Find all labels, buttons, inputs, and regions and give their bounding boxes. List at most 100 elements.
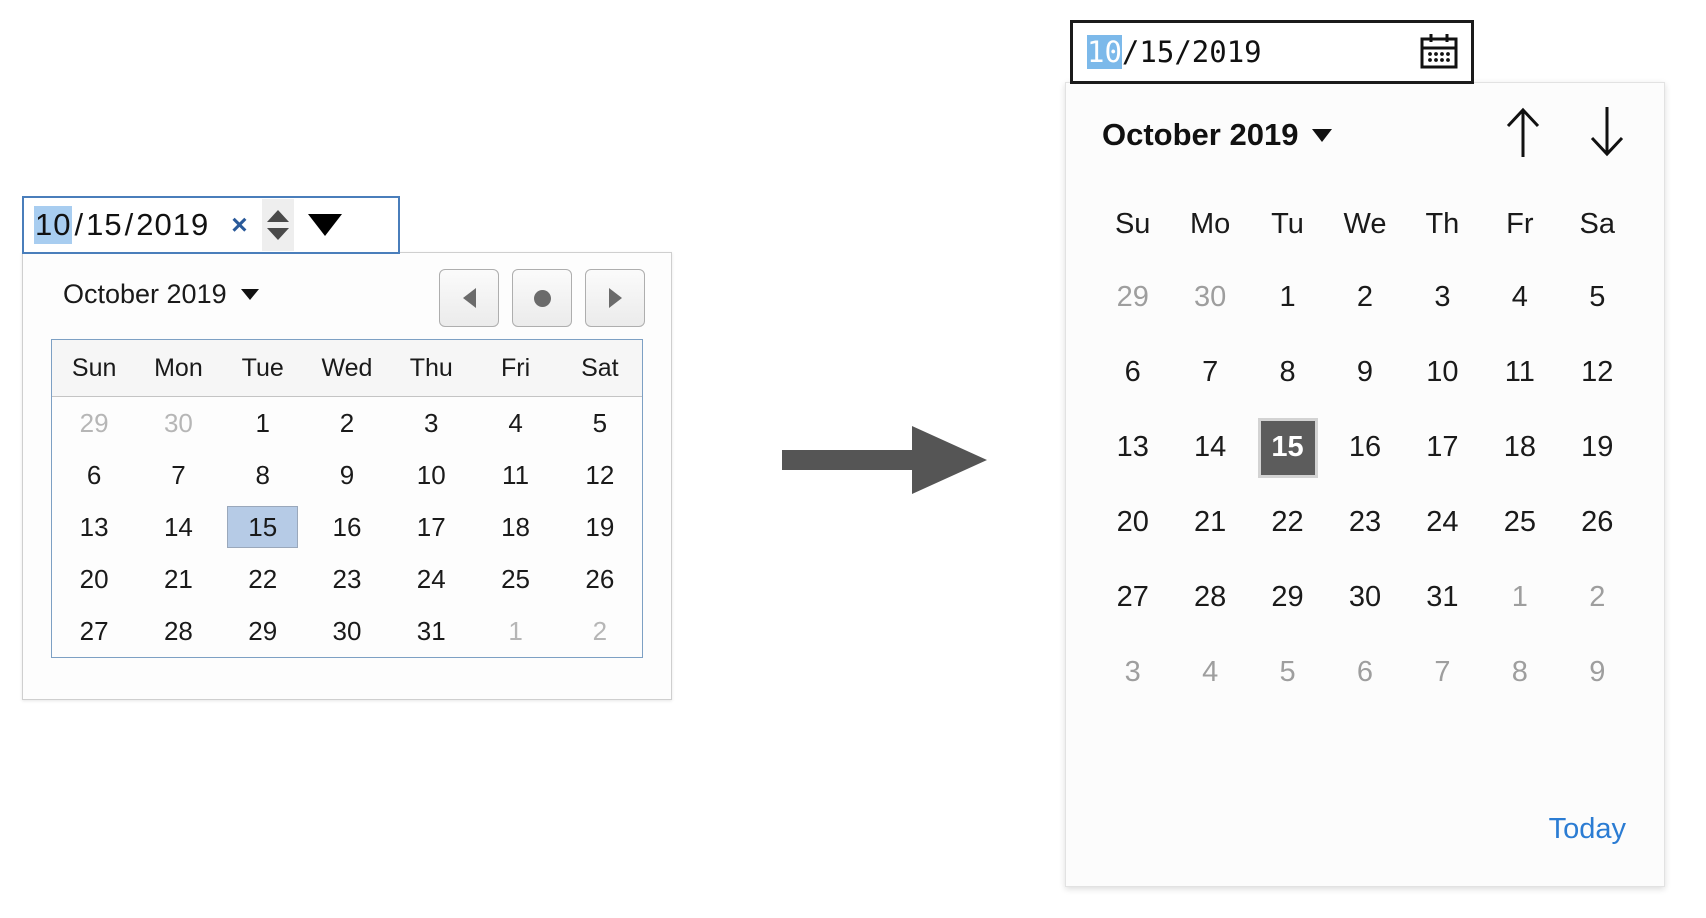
calendar-day[interactable]: 19 xyxy=(1559,410,1636,485)
date-segment-day[interactable]: 15 xyxy=(1139,35,1174,69)
calendar-day[interactable]: 31 xyxy=(389,605,473,657)
calendar-day[interactable]: 29 xyxy=(221,605,305,657)
calendar-day-adjacent-month[interactable]: 2 xyxy=(558,605,642,657)
calendar-day[interactable]: 30 xyxy=(305,605,389,657)
calendar-day[interactable]: 23 xyxy=(305,553,389,605)
today-button[interactable] xyxy=(512,269,572,327)
previous-month-button[interactable] xyxy=(439,269,499,327)
calendar-day[interactable]: 18 xyxy=(473,501,557,553)
calendar-day[interactable]: 29 xyxy=(1249,560,1326,635)
date-input[interactable]: 10/15/2019 xyxy=(1070,20,1474,84)
calendar-day[interactable]: 13 xyxy=(52,501,136,553)
calendar-day[interactable]: 18 xyxy=(1481,410,1558,485)
date-segment-year[interactable]: 2019 xyxy=(136,207,209,242)
calendar-day[interactable]: 12 xyxy=(558,449,642,501)
calendar-day[interactable]: 20 xyxy=(52,553,136,605)
calendar-day[interactable]: 20 xyxy=(1094,485,1171,560)
calendar-day-adjacent-month[interactable]: 4 xyxy=(1171,635,1248,710)
calendar-day[interactable]: 11 xyxy=(1481,335,1558,410)
calendar-day[interactable]: 10 xyxy=(389,449,473,501)
calendar-day[interactable]: 8 xyxy=(1249,335,1326,410)
calendar-day[interactable]: 26 xyxy=(1559,485,1636,560)
calendar-day[interactable]: 1 xyxy=(1249,260,1326,335)
date-input-value[interactable]: 10/15/2019 xyxy=(1087,35,1262,69)
calendar-day-adjacent-month[interactable]: 5 xyxy=(1249,635,1326,710)
calendar-day[interactable]: 22 xyxy=(1249,485,1326,560)
calendar-day-adjacent-month[interactable]: 1 xyxy=(1481,560,1558,635)
next-month-button[interactable] xyxy=(585,269,645,327)
calendar-day-adjacent-month[interactable]: 1 xyxy=(473,605,557,657)
calendar-day[interactable]: 21 xyxy=(136,553,220,605)
calendar-day[interactable]: 16 xyxy=(1326,410,1403,485)
calendar-day[interactable]: 24 xyxy=(389,553,473,605)
date-segment-month[interactable]: 10 xyxy=(1087,35,1122,69)
calendar-day-adjacent-month[interactable]: 3 xyxy=(1094,635,1171,710)
previous-month-button[interactable] xyxy=(1500,103,1546,166)
calendar-day-selected[interactable]: 15 xyxy=(221,501,305,553)
calendar-day[interactable]: 27 xyxy=(52,605,136,657)
calendar-day[interactable]: 2 xyxy=(1326,260,1403,335)
spinner-buttons[interactable] xyxy=(261,199,294,251)
calendar-day[interactable]: 16 xyxy=(305,501,389,553)
date-segment-year[interactable]: 2019 xyxy=(1192,35,1262,69)
calendar-day[interactable]: 1 xyxy=(221,397,305,450)
calendar-day[interactable]: 17 xyxy=(389,501,473,553)
calendar-day-adjacent-month[interactable]: 29 xyxy=(1094,260,1171,335)
today-link[interactable]: Today xyxy=(1549,813,1626,846)
calendar-day[interactable]: 5 xyxy=(558,397,642,450)
calendar-icon[interactable] xyxy=(1419,33,1459,71)
calendar-day[interactable]: 8 xyxy=(221,449,305,501)
calendar-day[interactable]: 17 xyxy=(1404,410,1481,485)
calendar-day[interactable]: 25 xyxy=(473,553,557,605)
calendar-day[interactable]: 24 xyxy=(1404,485,1481,560)
date-input[interactable]: 10/15/2019 × xyxy=(22,196,400,254)
calendar-day-adjacent-month[interactable]: 8 xyxy=(1481,635,1558,710)
month-year-selector[interactable]: October 2019 xyxy=(1102,117,1333,153)
date-input-value[interactable]: 10/15/2019 xyxy=(34,206,209,244)
calendar-day[interactable]: 7 xyxy=(1171,335,1248,410)
next-month-button[interactable] xyxy=(1584,103,1630,166)
calendar-day[interactable]: 25 xyxy=(1481,485,1558,560)
spinner-up-icon[interactable] xyxy=(266,210,289,222)
calendar-day[interactable]: 10 xyxy=(1404,335,1481,410)
calendar-day[interactable]: 9 xyxy=(1326,335,1403,410)
calendar-day[interactable]: 22 xyxy=(221,553,305,605)
calendar-day[interactable]: 26 xyxy=(558,553,642,605)
calendar-day[interactable]: 31 xyxy=(1404,560,1481,635)
calendar-day[interactable]: 5 xyxy=(1559,260,1636,335)
date-segment-month[interactable]: 10 xyxy=(34,206,73,244)
calendar-day[interactable]: 14 xyxy=(1171,410,1248,485)
calendar-day-adjacent-month[interactable]: 7 xyxy=(1404,635,1481,710)
calendar-day[interactable]: 3 xyxy=(1404,260,1481,335)
calendar-day[interactable]: 6 xyxy=(52,449,136,501)
month-year-selector[interactable]: October 2019 xyxy=(63,279,259,310)
calendar-day[interactable]: 4 xyxy=(473,397,557,450)
calendar-day[interactable]: 4 xyxy=(1481,260,1558,335)
calendar-day[interactable]: 19 xyxy=(558,501,642,553)
clear-icon[interactable]: × xyxy=(231,211,247,239)
calendar-day-selected[interactable]: 15 xyxy=(1249,410,1326,485)
calendar-day-adjacent-month[interactable]: 6 xyxy=(1326,635,1403,710)
calendar-day[interactable]: 9 xyxy=(305,449,389,501)
calendar-day[interactable]: 11 xyxy=(473,449,557,501)
calendar-day[interactable]: 21 xyxy=(1171,485,1248,560)
date-segment-day[interactable]: 15 xyxy=(86,207,122,242)
calendar-day-adjacent-month[interactable]: 30 xyxy=(1171,260,1248,335)
calendar-day-adjacent-month[interactable]: 30 xyxy=(136,397,220,450)
calendar-day[interactable]: 7 xyxy=(136,449,220,501)
calendar-day[interactable]: 14 xyxy=(136,501,220,553)
calendar-day[interactable]: 27 xyxy=(1094,560,1171,635)
calendar-day[interactable]: 23 xyxy=(1326,485,1403,560)
calendar-day[interactable]: 13 xyxy=(1094,410,1171,485)
calendar-day[interactable]: 28 xyxy=(136,605,220,657)
calendar-day[interactable]: 12 xyxy=(1559,335,1636,410)
dropdown-toggle[interactable] xyxy=(307,214,342,236)
calendar-day[interactable]: 28 xyxy=(1171,560,1248,635)
calendar-day[interactable]: 2 xyxy=(305,397,389,450)
calendar-day-adjacent-month[interactable]: 9 xyxy=(1559,635,1636,710)
calendar-day[interactable]: 30 xyxy=(1326,560,1403,635)
calendar-day-adjacent-month[interactable]: 2 xyxy=(1559,560,1636,635)
spinner-down-icon[interactable] xyxy=(266,228,289,240)
calendar-day-adjacent-month[interactable]: 29 xyxy=(52,397,136,450)
calendar-day[interactable]: 6 xyxy=(1094,335,1171,410)
